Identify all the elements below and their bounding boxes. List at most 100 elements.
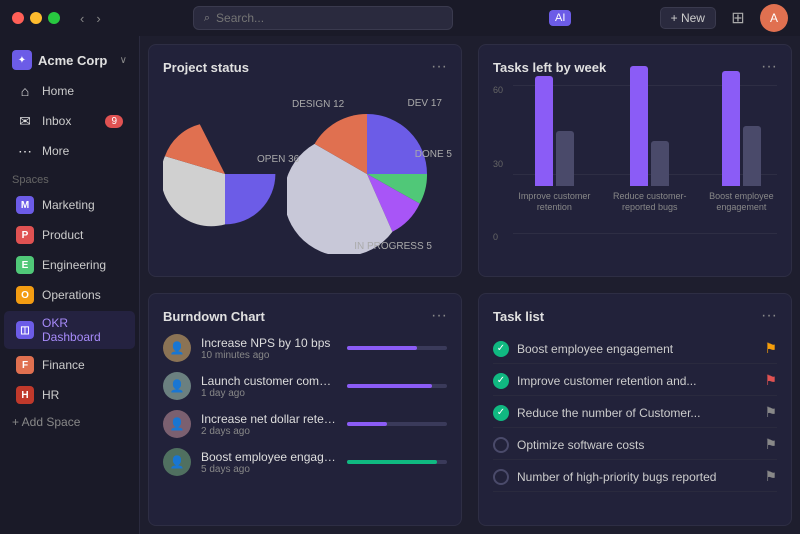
sidebar-item-label: Inbox: [42, 114, 97, 128]
burndown-title: Increase net dollar retention: [201, 412, 337, 426]
burndown-title: Boost employee engagement: [201, 450, 337, 464]
nav-arrows: ‹ ›: [76, 9, 105, 28]
sidebar-item-engineering[interactable]: E Engineering: [4, 251, 135, 279]
design-label: DESIGN 12: [292, 99, 344, 110]
home-icon: ⌂: [16, 82, 34, 100]
dev-label: DEV 17: [408, 98, 442, 109]
sidebar-item-label: Product: [42, 228, 123, 242]
done-label: DONE 5: [415, 149, 452, 160]
panel-more-button[interactable]: ···: [431, 308, 447, 324]
burndown-bar-fill: [347, 384, 432, 388]
burndown-avatar: 👤: [163, 334, 191, 362]
inbox-icon: ✉: [16, 112, 34, 130]
bar-purple-1: [535, 76, 553, 186]
bar-gray-3: [743, 126, 761, 186]
sidebar-item-okr[interactable]: ◫ OKR Dashboard: [4, 311, 135, 349]
sidebar-item-product[interactable]: P Product: [4, 221, 135, 249]
task-flag: ⚑: [764, 404, 777, 421]
burndown-time: 2 days ago: [201, 426, 337, 437]
panel-title: Burndown Chart: [163, 309, 265, 324]
burndown-time: 1 day ago: [201, 388, 337, 399]
burndown-bar-container: [347, 346, 447, 350]
add-space-label: + Add Space: [12, 415, 80, 429]
task-check-done[interactable]: ✓: [493, 373, 509, 389]
sidebar-item-hr[interactable]: H HR: [4, 381, 135, 409]
bar-chart: Improve customerretention Reduce custome…: [515, 85, 777, 234]
burndown-bar-bg: [347, 384, 447, 388]
task-label: Boost employee engagement: [517, 342, 756, 356]
titlebar-actions: + New ⊞ A: [660, 4, 788, 32]
grid-icon[interactable]: ⊞: [724, 4, 752, 32]
workspace-header[interactable]: ✦ Acme Corp ∨: [0, 44, 139, 76]
ai-badge[interactable]: AI: [549, 10, 571, 26]
sidebar-item-finance[interactable]: F Finance: [4, 351, 135, 379]
main-layout: ✦ Acme Corp ∨ ⌂ Home ✉ Inbox 9 ⋯ More Sp…: [0, 36, 800, 534]
add-space-button[interactable]: + Add Space: [0, 410, 139, 434]
product-dot: P: [16, 226, 34, 244]
task-label: Optimize software costs: [517, 438, 756, 452]
burndown-bar-fill: [347, 346, 417, 350]
burndown-time: 5 days ago: [201, 464, 337, 475]
task-list: ✓ Boost employee engagement ⚑ ✓ Improve …: [493, 334, 777, 511]
burndown-bar-fill: [347, 460, 437, 464]
sidebar: ✦ Acme Corp ∨ ⌂ Home ✉ Inbox 9 ⋯ More Sp…: [0, 36, 140, 534]
burndown-bar-container: [347, 384, 447, 388]
sidebar-item-label: More: [42, 144, 123, 158]
new-button[interactable]: + New: [660, 7, 716, 29]
pie-svg: [287, 94, 447, 254]
panel-header: Project status ···: [163, 59, 447, 75]
traffic-lights: [12, 12, 60, 24]
burndown-info: Boost employee engagement 5 days ago: [201, 450, 337, 475]
bar-purple-3: [722, 71, 740, 186]
search-bar[interactable]: ⌕: [193, 6, 453, 30]
engineering-dot: E: [16, 256, 34, 274]
inprogress-label: IN PROGRESS 5: [354, 241, 432, 252]
task-flag: ⚑: [764, 468, 777, 485]
task-flag: ⚑: [764, 436, 777, 453]
burndown-item: 👤 Launch customer community 1 day ago: [163, 372, 447, 400]
bar-gray-2: [651, 141, 669, 186]
sidebar-item-home[interactable]: ⌂ Home: [4, 77, 135, 105]
burndown-info: Launch customer community 1 day ago: [201, 374, 337, 399]
sidebar-item-label: OKR Dashboard: [42, 316, 123, 344]
maximize-button[interactable]: [48, 12, 60, 24]
burndown-info: Increase NPS by 10 bps 10 minutes ago: [201, 336, 337, 361]
sidebar-item-marketing[interactable]: M Marketing: [4, 191, 135, 219]
forward-button[interactable]: ›: [92, 9, 104, 28]
sidebar-item-operations[interactable]: O Operations: [4, 281, 135, 309]
task-check-pending[interactable]: [493, 437, 509, 453]
search-input[interactable]: [216, 11, 442, 25]
burndown-avatar: 👤: [163, 448, 191, 476]
burndown-avatar: 👤: [163, 410, 191, 438]
task-item: ✓ Improve customer retention and... ⚑: [493, 366, 777, 396]
task-item: Optimize software costs ⚑: [493, 430, 777, 460]
task-check-pending[interactable]: [493, 469, 509, 485]
finance-dot: F: [16, 356, 34, 374]
marketing-dot: M: [16, 196, 34, 214]
sidebar-item-inbox[interactable]: ✉ Inbox 9: [4, 107, 135, 135]
task-flag: ⚑: [764, 340, 777, 357]
burndown-info: Increase net dollar retention 2 days ago: [201, 412, 337, 437]
task-check-done[interactable]: ✓: [493, 341, 509, 357]
titlebar: ‹ › ⌕ AI + New ⊞ A: [0, 0, 800, 36]
task-label: Improve customer retention and...: [517, 374, 756, 388]
y-axis-labels: 60 30 0: [493, 85, 503, 242]
spaces-section-label: Spaces: [0, 166, 139, 190]
task-check-done[interactable]: ✓: [493, 405, 509, 421]
minimize-button[interactable]: [30, 12, 42, 24]
back-button[interactable]: ‹: [76, 9, 88, 28]
pie-chart-visual: DEV 17 DONE 5 IN PROGRESS 5 OPEN 36 DESI…: [287, 94, 447, 254]
user-avatar[interactable]: A: [760, 4, 788, 32]
inbox-badge: 9: [105, 115, 123, 128]
burndown-item: 👤 Boost employee engagement 5 days ago: [163, 448, 447, 476]
panel-title: Project status: [163, 60, 249, 75]
more-icon: ⋯: [16, 142, 34, 160]
bar-label-2: Reduce customer-reported bugs: [613, 191, 687, 214]
open-label: OPEN 36: [257, 154, 299, 165]
panel-more-button[interactable]: ···: [431, 59, 447, 75]
burndown-bar-container: [347, 422, 447, 426]
burndown-bar-fill: [347, 422, 387, 426]
panel-more-button[interactable]: ···: [761, 308, 777, 324]
close-button[interactable]: [12, 12, 24, 24]
sidebar-item-more[interactable]: ⋯ More: [4, 137, 135, 165]
